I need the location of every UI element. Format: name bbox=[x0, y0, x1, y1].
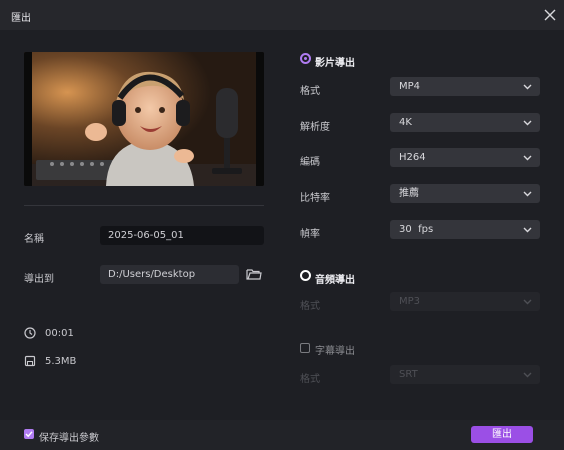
video-export-label: 影片導出 bbox=[315, 58, 355, 69]
audio-export-label: 音頻導出 bbox=[315, 275, 355, 286]
name-input[interactable]: 2025-06-05_01 bbox=[100, 226, 264, 245]
video-format-value: MP4 bbox=[399, 81, 421, 92]
preview-divider bbox=[24, 205, 264, 206]
framerate-value: 30 fps bbox=[399, 224, 434, 235]
folder-icon[interactable] bbox=[246, 267, 262, 281]
codec-label: 編碼 bbox=[300, 157, 320, 168]
resolution-label: 解析度 bbox=[300, 122, 330, 133]
file-size-icon bbox=[24, 355, 36, 367]
framerate-label: 幀率 bbox=[300, 229, 320, 240]
file-size-value: 5.3MB bbox=[45, 356, 77, 367]
export-button[interactable]: 匯出 bbox=[471, 426, 533, 443]
chevron-down-icon bbox=[523, 227, 532, 233]
chevron-down-icon bbox=[523, 155, 532, 161]
video-preview-thumbnail bbox=[24, 52, 264, 186]
subtitle-format-select: SRT bbox=[390, 365, 540, 384]
name-label: 名稱 bbox=[24, 234, 44, 245]
export-path-label: 導出到 bbox=[24, 274, 54, 285]
audio-format-label: 格式 bbox=[300, 301, 320, 312]
resolution-value: 4K bbox=[399, 117, 412, 128]
video-format-select[interactable]: MP4 bbox=[390, 77, 540, 96]
dialog-title: 匯出 bbox=[11, 13, 31, 24]
video-export-radio[interactable] bbox=[300, 53, 311, 64]
audio-format-select: MP3 bbox=[390, 292, 540, 311]
title-bar: 匯出 bbox=[0, 0, 564, 30]
clock-icon bbox=[24, 327, 36, 339]
save-params-checkbox[interactable] bbox=[24, 429, 34, 439]
chevron-down-icon bbox=[523, 372, 532, 378]
bitrate-value: 推薦 bbox=[399, 188, 419, 199]
chevron-down-icon bbox=[523, 299, 532, 305]
audio-format-value: MP3 bbox=[399, 296, 421, 307]
close-icon[interactable] bbox=[540, 5, 560, 25]
save-params-label: 保存導出參數 bbox=[39, 433, 99, 444]
bitrate-select[interactable]: 推薦 bbox=[390, 184, 540, 203]
codec-select[interactable]: H264 bbox=[390, 148, 540, 167]
subtitle-format-label: 格式 bbox=[300, 374, 320, 385]
codec-value: H264 bbox=[399, 152, 426, 163]
chevron-down-icon bbox=[523, 191, 532, 197]
chevron-down-icon bbox=[523, 84, 532, 90]
video-format-label: 格式 bbox=[300, 86, 320, 97]
framerate-select[interactable]: 30 fps bbox=[390, 220, 540, 239]
export-path-input[interactable]: D:/Users/Desktop bbox=[100, 265, 239, 284]
resolution-select[interactable]: 4K bbox=[390, 113, 540, 132]
audio-export-radio[interactable] bbox=[300, 270, 311, 281]
duration-value: 00:01 bbox=[45, 328, 74, 339]
bitrate-label: 比特率 bbox=[300, 193, 330, 204]
chevron-down-icon bbox=[523, 120, 532, 126]
subtitle-export-checkbox[interactable] bbox=[300, 343, 310, 353]
subtitle-export-label: 字幕導出 bbox=[315, 346, 355, 357]
subtitle-format-value: SRT bbox=[399, 369, 418, 380]
